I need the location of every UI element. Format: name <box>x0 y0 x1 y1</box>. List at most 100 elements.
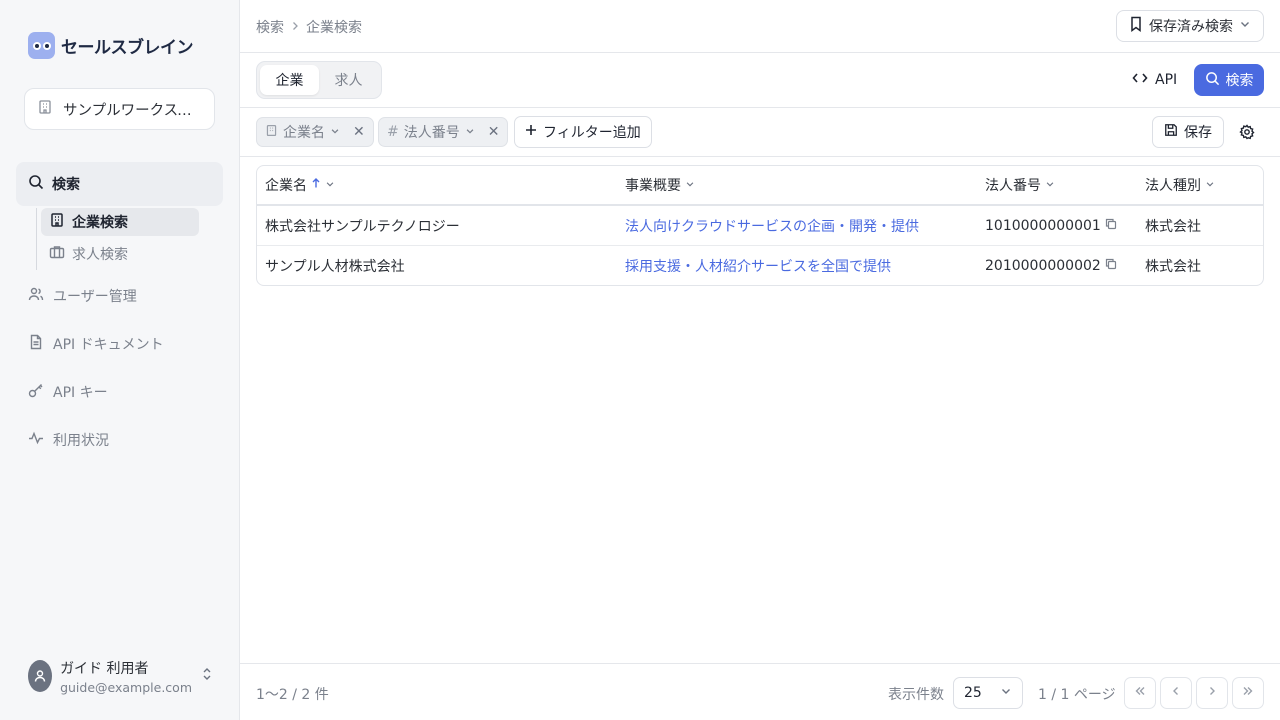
app: セールスブレイン サンプルワークスペ... 検索 企業検索 求人検索 ユーザー管… <box>0 0 1280 720</box>
result-count: 1〜2 / 2 件 <box>256 687 329 703</box>
sidebar-item-label: API ドキュメント <box>53 337 164 353</box>
subnav-divider <box>36 208 37 270</box>
close-icon[interactable]: ✕ <box>488 124 500 140</box>
logo-eyes-icon <box>28 32 55 59</box>
building-icon <box>265 124 278 141</box>
first-page-button[interactable] <box>1124 677 1156 709</box>
save-button[interactable]: 保存 <box>1152 116 1224 148</box>
sidebar-item-users[interactable]: ユーザー管理 <box>28 286 137 306</box>
avatar <box>28 660 53 692</box>
filter-chip-company-name[interactable]: 企業名 ✕ <box>256 117 374 147</box>
sidebar-item-label: API キー <box>53 385 108 401</box>
chevron-down-icon <box>1205 177 1215 193</box>
add-filter-button[interactable]: フィルター追加 <box>514 116 652 148</box>
corporate-type-cell: 株式会社 <box>1145 218 1201 235</box>
filter-chip-corporate-number[interactable]: # 法人番号 ✕ <box>378 117 509 147</box>
user-email: guide@example.com <box>60 679 192 695</box>
workspace-switcher[interactable]: サンプルワークスペ... <box>24 88 215 130</box>
chevron-down-icon <box>1000 685 1012 701</box>
user-icon <box>34 670 46 682</box>
tab-switcher: 企業 求人 <box>256 61 382 99</box>
user-name: ガイド 利用者 <box>60 660 149 677</box>
chevron-left-icon <box>1170 685 1182 701</box>
sidebar-item-label: 求人検索 <box>72 247 128 263</box>
next-page-button[interactable] <box>1196 677 1228 709</box>
chevron-down-icon <box>685 177 695 193</box>
company-name-cell[interactable]: サンプル人材株式会社 <box>265 246 405 285</box>
brand-name: セールスブレイン <box>61 38 194 58</box>
column-header-business-summary[interactable]: 事業概要 <box>625 166 695 204</box>
api-button[interactable]: API <box>1132 70 1177 90</box>
table-header-row: 企業名 事業概要 法人番号 法人種別 <box>257 166 1263 206</box>
saved-searches-label: 保存済み検索 <box>1149 19 1233 35</box>
gear-icon[interactable] <box>1238 123 1256 141</box>
corporate-number-cell: 1010000000001 <box>985 206 1117 245</box>
chevrons-left-icon <box>1134 685 1146 701</box>
api-label: API <box>1155 72 1178 88</box>
copy-icon[interactable] <box>1105 218 1117 234</box>
column-header-corporate-type[interactable]: 法人種別 <box>1145 166 1215 204</box>
chevron-down-icon <box>1045 177 1055 193</box>
sidebar-item-api-docs[interactable]: API ドキュメント <box>28 334 164 354</box>
sort-ascending-icon <box>311 177 321 193</box>
sidebar-item-search[interactable]: 検索 <box>16 162 223 206</box>
users-icon <box>28 286 44 306</box>
building-icon <box>37 99 53 119</box>
brand-logo[interactable]: セールスブレイン <box>28 32 194 59</box>
key-icon <box>28 382 44 402</box>
save-icon <box>1164 123 1178 141</box>
hash-icon: # <box>387 124 399 140</box>
activity-icon <box>28 430 44 450</box>
sidebar-item-label: ユーザー管理 <box>53 289 137 305</box>
corporate-type-cell: 株式会社 <box>1145 259 1201 275</box>
main-content: 検索 企業検索 保存済み検索 企業 求人 API 検索 企業名 ✕ # 法人番号… <box>240 0 1280 720</box>
business-summary-link[interactable]: 採用支援・人材紹介サービスを全国で提供 <box>625 246 891 285</box>
save-label: 保存 <box>1184 125 1212 141</box>
sidebar-item-label: 利用状況 <box>53 433 109 449</box>
copy-icon[interactable] <box>1105 258 1117 274</box>
building-icon <box>49 212 65 232</box>
business-summary-link[interactable]: 法人向けクラウドサービスの企画・開発・提供 <box>625 206 919 245</box>
chevron-up-down-icon <box>200 666 214 686</box>
user-menu[interactable]: ガイド 利用者 guide@example.com <box>28 656 214 696</box>
per-page-select[interactable]: 25 <box>953 677 1023 709</box>
chevron-down-icon <box>330 124 340 140</box>
results-table: 企業名 事業概要 法人番号 法人種別 株式会社サンプルテクノロジー 法人向けクラ… <box>256 165 1264 286</box>
table-row[interactable]: 株式会社サンプルテクノロジー 法人向けクラウドサービスの企画・開発・提供 101… <box>257 206 1263 246</box>
saved-searches-button[interactable]: 保存済み検索 <box>1116 10 1264 42</box>
sidebar-item-company-search[interactable]: 企業検索 <box>41 208 199 236</box>
workspace-label: サンプルワークスペ... <box>63 102 202 119</box>
add-filter-label: フィルター追加 <box>543 125 641 141</box>
column-header-company-name[interactable]: 企業名 <box>265 166 335 204</box>
table-row[interactable]: サンプル人材株式会社 採用支援・人材紹介サービスを全国で提供 201000000… <box>257 246 1263 285</box>
sidebar-item-api-keys[interactable]: API キー <box>28 382 108 402</box>
company-name-cell[interactable]: 株式会社サンプルテクノロジー <box>265 206 460 245</box>
plus-icon <box>525 124 537 140</box>
top-bar: 検索 企業検索 保存済み検索 <box>240 0 1280 53</box>
filter-row: 企業名 ✕ # 法人番号 ✕ フィルター追加 保存 <box>240 108 1280 157</box>
chevron-right-icon <box>290 19 300 35</box>
chevron-down-icon <box>465 124 475 140</box>
code-icon <box>1132 70 1148 90</box>
briefcase-icon <box>49 244 65 264</box>
per-page-value: 25 <box>964 685 982 701</box>
search-label: 検索 <box>1225 73 1254 89</box>
sidebar-item-job-search[interactable]: 求人検索 <box>41 240 199 268</box>
last-page-button[interactable] <box>1232 677 1264 709</box>
sidebar: セールスブレイン サンプルワークスペ... 検索 企業検索 求人検索 ユーザー管… <box>0 0 240 720</box>
document-icon <box>28 334 44 354</box>
breadcrumb-current: 企業検索 <box>306 20 362 36</box>
previous-page-button[interactable] <box>1160 677 1192 709</box>
tab-companies[interactable]: 企業 <box>260 65 319 95</box>
chevron-down-icon <box>1239 18 1251 34</box>
breadcrumb-root[interactable]: 検索 <box>256 17 284 37</box>
per-page-label: 表示件数 <box>888 687 944 703</box>
search-icon <box>28 174 44 194</box>
close-icon[interactable]: ✕ <box>353 124 365 140</box>
tab-jobs[interactable]: 求人 <box>319 65 378 95</box>
column-header-corporate-number[interactable]: 法人番号 <box>985 166 1055 204</box>
bookmark-icon <box>1129 16 1143 36</box>
sidebar-item-usage[interactable]: 利用状況 <box>28 430 109 450</box>
search-button[interactable]: 検索 <box>1194 64 1264 96</box>
sidebar-item-label: 企業検索 <box>72 215 128 231</box>
